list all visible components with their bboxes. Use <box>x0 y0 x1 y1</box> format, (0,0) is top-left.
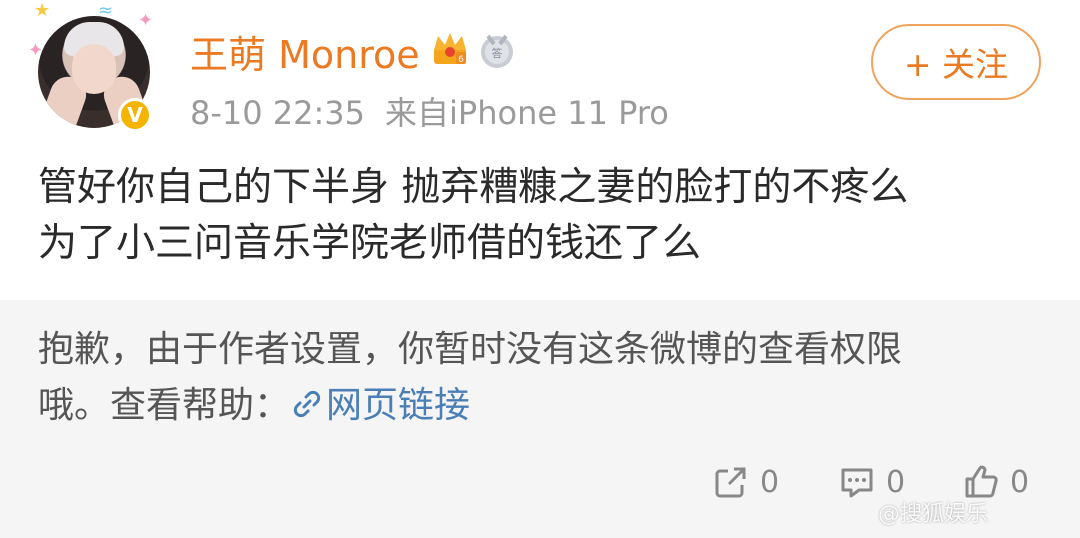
content-line: 为了小三问音乐学院老师借的钱还了么 <box>38 221 702 266</box>
weibo-post: ★ ≈ ✦ ✦ V 王萌 Monroe 6 答 + 关注 8-10 22:35 来… <box>0 0 1080 300</box>
verified-badge-icon: V <box>118 98 152 132</box>
comment-count: 0 <box>886 464 906 500</box>
like-count: 0 <box>1010 464 1030 500</box>
comment-icon <box>841 468 873 498</box>
svg-text:答: 答 <box>492 46 503 60</box>
notice-text: 抱歉，由于作者设置，你暂时没有这条微博的查看权限 哦。查看帮助： 网页链接 <box>38 322 1048 434</box>
svg-text:6: 6 <box>458 55 464 65</box>
star-decoration-icon: ★ <box>34 0 51 21</box>
username[interactable]: 王萌 Monroe <box>190 24 420 79</box>
share-icon <box>715 467 746 498</box>
post-date: 8-10 22:35 <box>190 94 366 132</box>
post-content: 管好你自己的下半身 抛弃糟糠之妻的脸打的不疼么 为了小三问音乐学院老师借的钱还了… <box>38 160 1048 272</box>
notice-line: 抱歉，由于作者设置，你暂时没有这条微博的查看权限 <box>38 329 903 370</box>
watermark: @搜狐娱乐 <box>878 502 989 527</box>
notice-prefix: 哦。查看帮助： <box>38 385 291 426</box>
content-line: 管好你自己的下半身 抛弃糟糠之妻的脸打的不疼么 <box>38 165 909 210</box>
web-link[interactable]: 网页链接 <box>290 385 470 426</box>
web-link-label: 网页链接 <box>326 385 471 426</box>
crown-badge-icon: 6 <box>434 33 466 65</box>
repost-notice: 抱歉，由于作者设置，你暂时没有这条微博的查看权限 哦。查看帮助： 网页链接 0 0… <box>0 300 1080 538</box>
star-decoration-icon: ✦ <box>138 10 154 31</box>
follow-button[interactable]: + 关注 <box>871 24 1041 100</box>
share-count: 0 <box>760 464 780 500</box>
avatar-area[interactable]: ★ ≈ ✦ ✦ V <box>28 2 158 134</box>
post-meta: 8-10 22:35 来自iPhone 11 Pro <box>190 88 669 134</box>
share-button[interactable]: 0 <box>712 460 779 504</box>
notice-line: 哦。查看帮助： 网页链接 <box>38 378 1048 434</box>
link-icon <box>293 390 321 418</box>
post-source: 来自iPhone 11 Pro <box>385 94 669 132</box>
medal-icon: 答 <box>481 34 513 68</box>
